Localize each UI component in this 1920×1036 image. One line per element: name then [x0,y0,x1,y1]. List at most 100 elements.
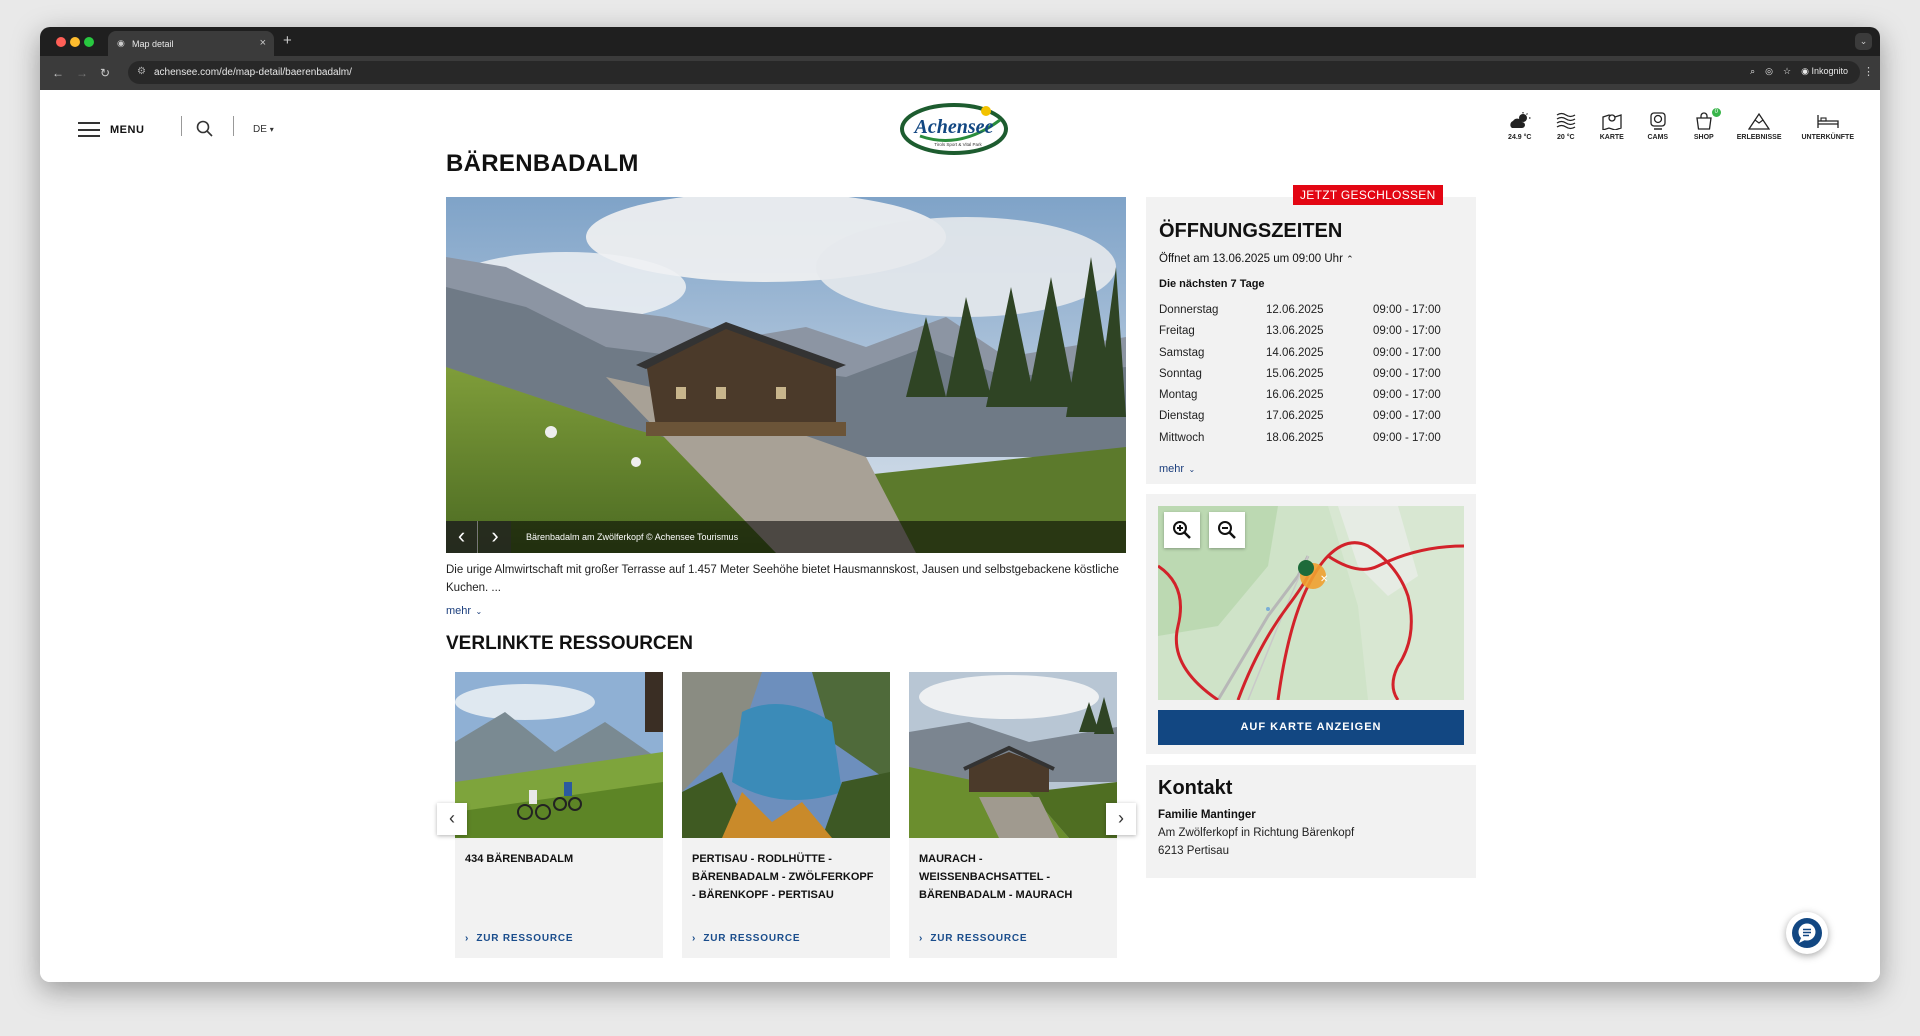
hours-time: 09:00 - 17:00 [1373,346,1441,359]
carousel-prev-button[interactable]: ‹ [437,803,467,835]
site-info-icon[interactable]: ⚙ [137,66,146,77]
language-select[interactable]: DE ▾ [253,124,274,135]
bookmark-star-icon[interactable]: ☆ [1783,66,1791,77]
hours-time: 09:00 - 17:00 [1373,389,1441,402]
resource-card[interactable]: MAURACH - WEISSENBACHSATTEL - BÄRENBADAL… [909,672,1117,958]
tab-map-detail[interactable]: ◉ Map detail × [108,31,274,56]
url-field[interactable]: ⚙ achensee.com/de/map-detail/baerenbadal… [128,61,1860,84]
chevron-down-icon: ⌄ [1188,465,1196,474]
weather-link[interactable]: 24.9 °C [1507,112,1533,141]
hours-day: Montag [1159,389,1198,402]
chevron-left-icon: ‹ [449,808,455,828]
resource-link[interactable]: › ZUR RESSOURCE [465,933,573,944]
shop-label: SHOP [1693,134,1714,141]
contact-panel: Kontakt Familie Mantinger Am Zwölferkopf… [1146,765,1476,878]
resource-image [909,672,1117,838]
map-icon [1602,114,1622,130]
browser-menu-icon[interactable]: ⋮ [1863,65,1874,78]
close-window-button[interactable] [56,37,66,47]
water-temp-label: 20 °C [1556,134,1575,141]
hero-next-button[interactable]: › [479,521,511,553]
status-badge: JETZT GESCHLOSSEN [1293,185,1443,205]
hours-time: 09:00 - 17:00 [1373,367,1441,380]
eye-off-icon[interactable]: ◎ [1765,66,1773,77]
achensee-logo[interactable]: Achensee Tirols Sport & Vital Park [900,100,1010,161]
menu-label: MENU [110,123,145,136]
new-tab-icon[interactable]: + [283,32,292,49]
hours-row: Donnerstag 12.06.2025 09:00 - 17:00 [1159,300,1459,321]
hero-image [446,197,1126,553]
minimize-window-button[interactable] [70,37,80,47]
more-label: mehr [1159,463,1185,475]
tab-close-icon[interactable]: × [260,37,266,49]
resource-title: 434 BÄRENBADALM [465,853,574,865]
hero-image-slider[interactable]: ‹ › Bärenbadalm am Zwölferkopf © Achense… [446,197,1126,553]
webcams-link[interactable]: CAMS [1645,112,1671,141]
zoom-out-icon [1218,521,1236,539]
chevron-right-icon: › [491,523,499,548]
back-icon[interactable]: ← [52,66,64,80]
logo-text: Achensee [913,116,994,138]
hours-table: Donnerstag 12.06.2025 09:00 - 17:00 Freita… [1159,300,1459,449]
forward-icon[interactable]: → [76,66,88,80]
chevron-right-icon: › [465,933,470,944]
incognito-tab-icon: ◉ [117,38,125,48]
address-bar: ← → ↻ ⚙ achensee.com/de/map-detail/baere… [40,56,1880,90]
reload-icon[interactable]: ↻ [100,66,110,80]
resource-link[interactable]: › ZUR RESSOURCE [692,933,800,944]
browser-window: ◉ Map detail × + ⌄ ← → ↻ ⚙ achensee.com/… [40,27,1880,982]
maximize-window-button[interactable] [84,37,94,47]
description: Die urige Almwirtschaft mit großer Terra… [446,564,1119,594]
chevron-right-icon: › [919,933,924,944]
resource-link-label: ZUR RESSOURCE [703,933,801,944]
resource-card[interactable]: 434 BÄRENBADALM › ZUR RESSOURCE [455,672,663,958]
accommodations-link[interactable]: UNTERKÜNFTE [1801,112,1855,141]
zoom-icon[interactable]: ⌕ [1750,66,1755,77]
map-link[interactable]: KARTE [1599,112,1625,141]
hours-more-link[interactable]: mehr ⌄ [1159,459,1195,477]
hero-caption: Bärenbadalm am Zwölferkopf © Achensee To… [526,532,739,542]
hours-row: Sonntag 15.06.2025 09:00 - 17:00 [1159,364,1459,385]
accommodations-label: UNTERKÜNFTE [1801,134,1855,141]
tab-bar: ◉ Map detail × + ⌄ [40,27,1880,56]
experiences-link[interactable]: ERLEBNISSE [1737,112,1782,141]
hours-time: 09:00 - 17:00 [1373,325,1441,338]
hours-row: Montag 16.06.2025 09:00 - 17:00 [1159,385,1459,406]
next-days-label: Die nächsten 7 Tage [1159,278,1265,290]
description-more-link[interactable]: mehr ⌄ [446,601,482,619]
hours-day: Donnerstag [1159,304,1219,316]
page-content: MENU DE ▾ Achensee Tirols Sport & Vital … [40,90,1880,982]
water-temp-link[interactable]: 20 °C [1553,112,1579,141]
hours-time: 09:00 - 17:00 [1373,304,1441,316]
show-on-map-button[interactable]: AUF KARTE ANZEIGEN [1158,710,1464,745]
svg-text:✕: ✕ [1320,574,1328,585]
search-icon[interactable] [196,120,213,142]
tab-search-icon[interactable]: ⌄ [1855,33,1872,50]
chat-icon [1792,918,1822,948]
chevron-down-icon: ▾ [269,125,274,134]
map-view[interactable]: ✕ [1158,506,1464,700]
chat-button[interactable] [1786,912,1828,954]
hours-date: 15.06.2025 [1266,367,1324,380]
zoom-in-button[interactable] [1164,512,1200,548]
tab-title: Map detail [132,39,174,49]
zoom-out-button[interactable] [1209,512,1245,548]
logo-subtitle: Tirols Sport & Vital Park [934,142,982,147]
shop-link[interactable]: 0 SHOP [1691,108,1721,141]
carousel-next-button[interactable]: › [1106,803,1136,835]
hours-date: 12.06.2025 [1266,304,1324,316]
url-actions: ⌕ ◎ ☆ ◉ Inkognito [1750,66,1848,77]
resource-card[interactable]: PERTISAU - RODLHÜTTE - BÄRENBADALM - ZWÖ… [682,672,890,958]
incognito-indicator[interactable]: ◉ Inkognito [1801,66,1848,77]
hours-day: Mittwoch [1159,431,1205,444]
next-opening-text: Öffnet am 13.06.2025 um 09:00 Uhr [1159,253,1343,265]
divider [233,116,234,136]
next-opening[interactable]: Öffnet am 13.06.2025 um 09:00 Uhr ⌃ [1159,253,1354,265]
menu-button[interactable]: MENU [78,122,144,137]
contact-address-line: Am Zwölferkopf in Richtung Bärenkopf [1158,827,1355,839]
incognito-icon: ◉ [1801,66,1809,76]
incognito-label: Inkognito [1811,66,1848,76]
resource-image [455,672,663,838]
hero-prev-button[interactable]: ‹ [446,521,478,553]
resource-link[interactable]: › ZUR RESSOURCE [919,933,1027,944]
